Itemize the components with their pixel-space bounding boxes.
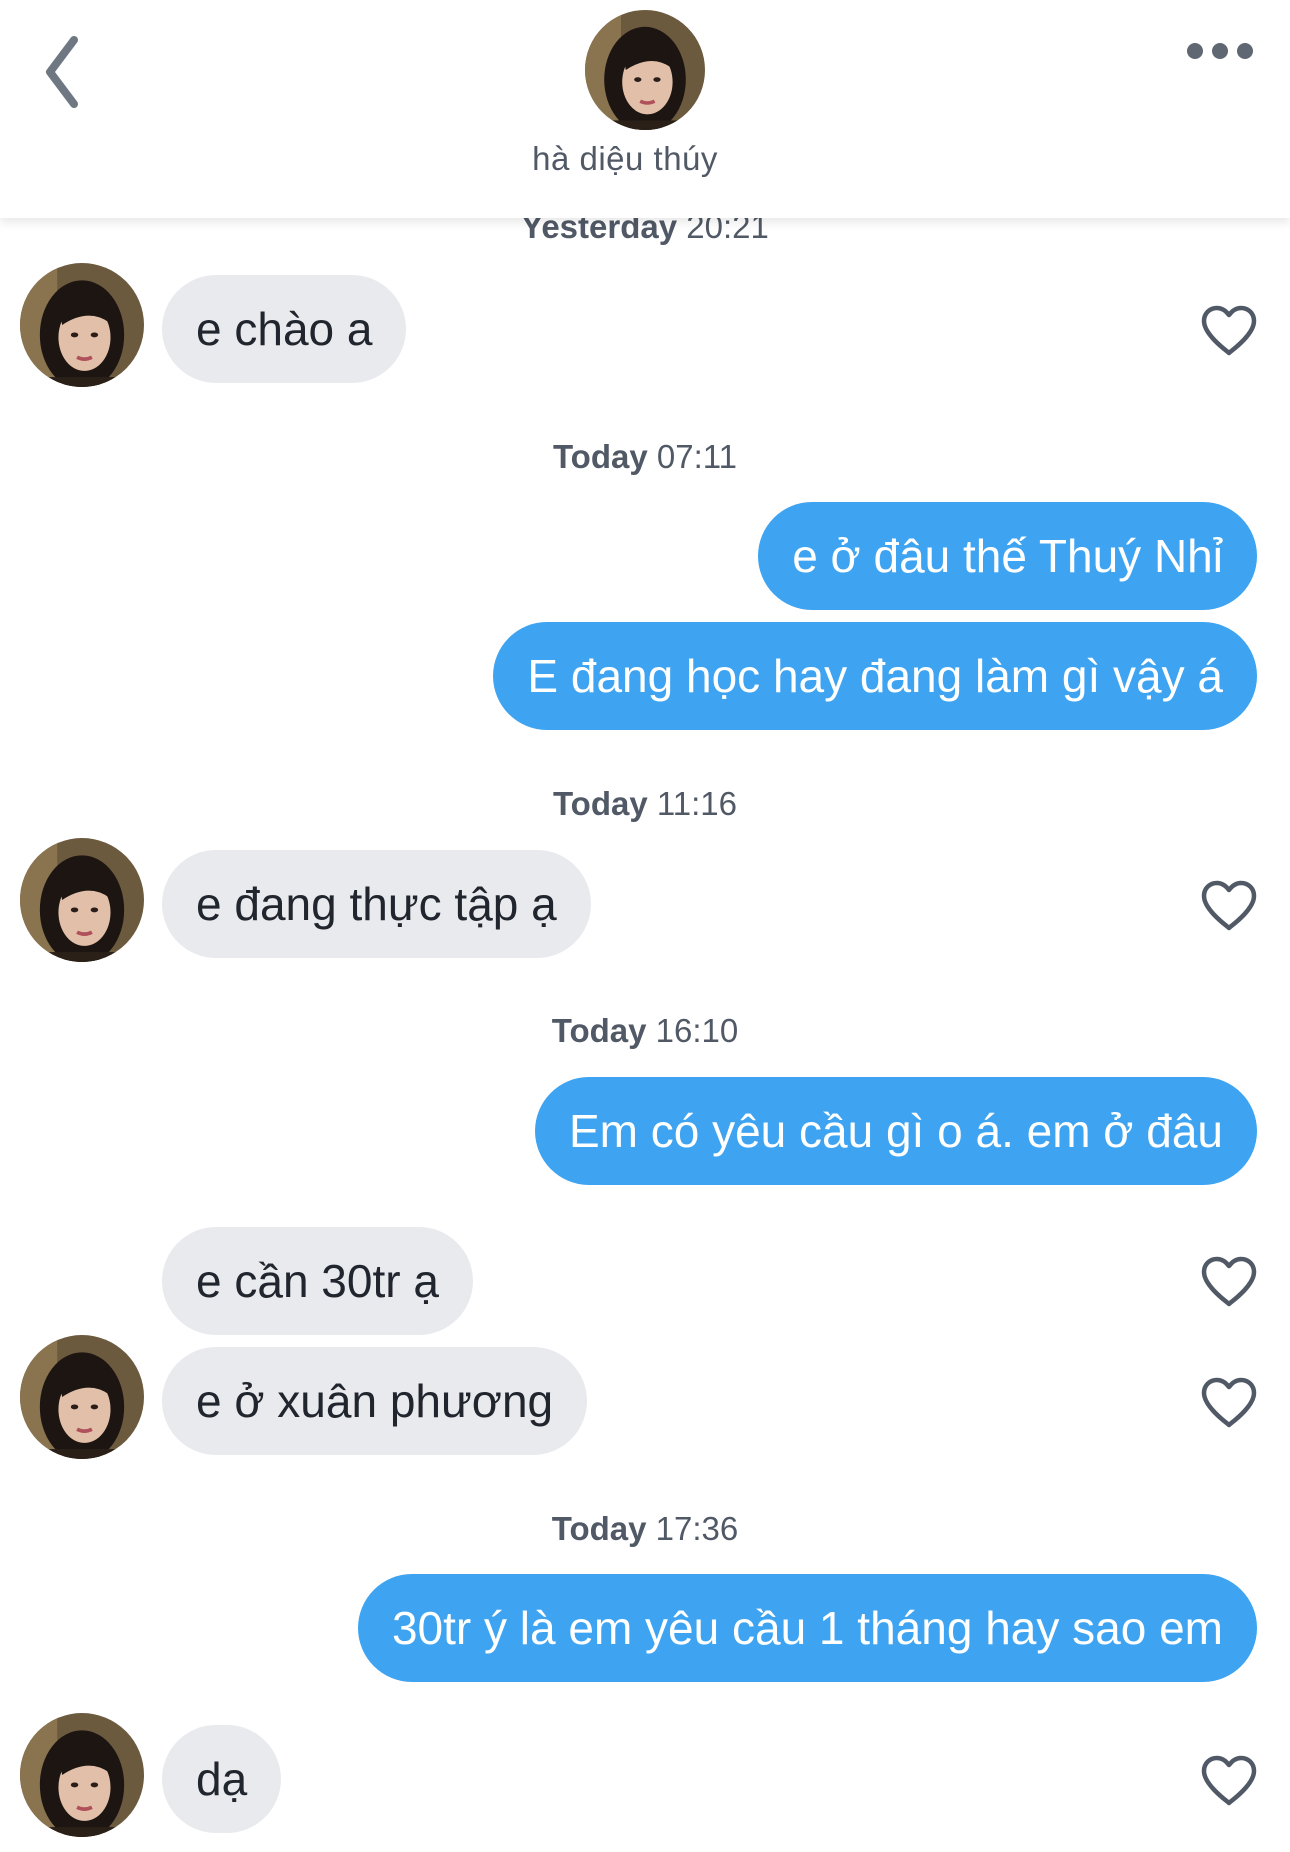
like-heart-icon[interactable] bbox=[1200, 1376, 1258, 1428]
sender-avatar[interactable] bbox=[20, 263, 144, 387]
incoming-message-bubble[interactable]: e ở xuân phương bbox=[162, 1347, 588, 1455]
message-timestamp: Today 07:11 bbox=[552, 438, 738, 475]
message-timestamp: Today 11:16 bbox=[552, 785, 738, 822]
more-horizontal-icon bbox=[1187, 43, 1253, 59]
outgoing-message-bubble[interactable]: 30tr ý là em yêu cầu 1 tháng hay sao em bbox=[357, 1574, 1257, 1682]
sender-avatar[interactable] bbox=[20, 1335, 144, 1459]
message-timestamp: Today 16:10 bbox=[551, 1012, 739, 1049]
conversation-header: hà diệu thúy bbox=[0, 0, 1290, 218]
like-heart-icon[interactable] bbox=[1200, 879, 1258, 931]
chevron-left-icon bbox=[46, 36, 78, 108]
outgoing-message-bubble[interactable]: Em có yêu cầu gì o á. em ở đâu bbox=[534, 1077, 1257, 1185]
match-name[interactable]: hà diệu thúy bbox=[0, 140, 1250, 178]
like-heart-icon[interactable] bbox=[1200, 304, 1258, 356]
sender-avatar[interactable] bbox=[20, 838, 144, 962]
outgoing-message-bubble[interactable]: e ở đâu thế Thuý Nhỉ bbox=[758, 502, 1257, 610]
message-timestamp: Today 17:36 bbox=[551, 1510, 739, 1547]
incoming-message-bubble[interactable]: e cần 30tr ạ bbox=[162, 1227, 473, 1335]
more-options-button[interactable] bbox=[1180, 36, 1260, 66]
match-avatar[interactable] bbox=[585, 10, 705, 130]
back-button[interactable] bbox=[40, 30, 100, 114]
outgoing-message-bubble[interactable]: E đang học hay đang làm gì vậy á bbox=[493, 622, 1257, 730]
sender-avatar[interactable] bbox=[20, 1713, 144, 1837]
like-heart-icon[interactable] bbox=[1200, 1754, 1258, 1806]
incoming-message-bubble[interactable]: e đang thực tập ạ bbox=[162, 850, 591, 958]
incoming-message-bubble[interactable]: dạ bbox=[162, 1725, 282, 1833]
like-heart-icon[interactable] bbox=[1200, 1255, 1258, 1307]
incoming-message-bubble[interactable]: e chào a bbox=[162, 275, 407, 383]
